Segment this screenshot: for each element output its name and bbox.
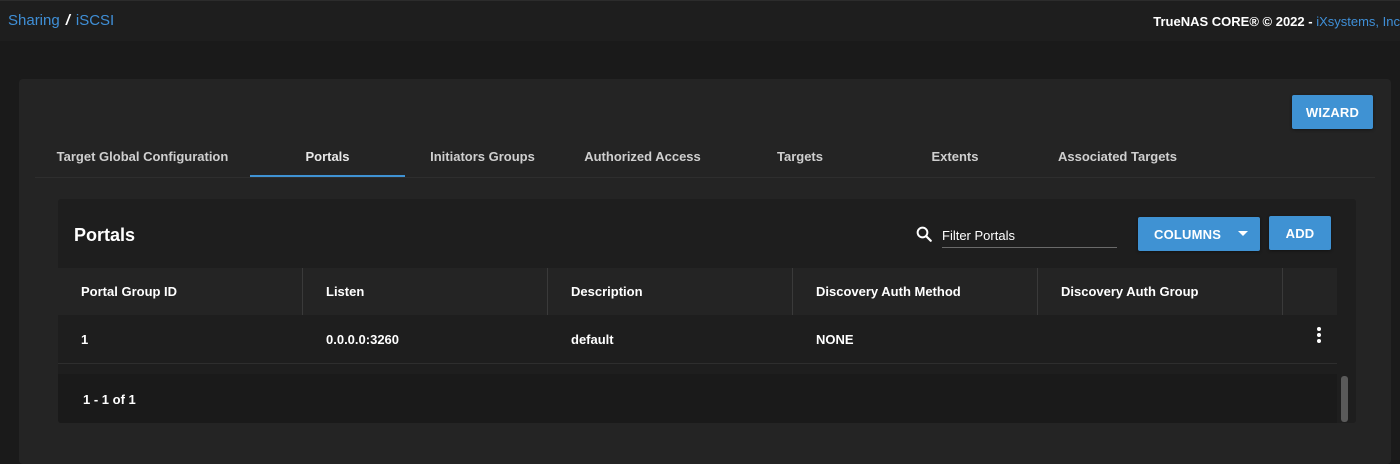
columns-button[interactable]: COLUMNS [1138, 217, 1260, 251]
iscsi-card: WIZARD Target Global Configuration Porta… [19, 79, 1391, 464]
copyright-text: TrueNAS CORE® © 2022 - [1153, 14, 1317, 29]
tab-initiators-groups[interactable]: Initiators Groups [405, 137, 560, 175]
table-footer: 1 - 1 of 1 [58, 374, 1337, 423]
cell-description: default [571, 331, 614, 347]
top-bar: Sharing / iSCSI TrueNAS CORE® © 2022 - iXs… [0, 0, 1400, 41]
copyright-notice: TrueNAS CORE® © 2022 - iXsystems, Inc [1153, 14, 1400, 29]
breadcrumb-iscsi-link[interactable]: iSCSI [76, 12, 114, 29]
tab-targets[interactable]: Targets [725, 137, 875, 175]
cell-discovery-auth-method: NONE [816, 331, 854, 347]
scrollbar-thumb[interactable] [1341, 376, 1348, 422]
breadcrumb: Sharing / iSCSI [8, 12, 114, 29]
table-row[interactable]: 1 0.0.0.0:3260 default NONE [58, 315, 1337, 364]
columns-button-label: COLUMNS [1154, 226, 1222, 242]
tab-associated-targets[interactable]: Associated Targets [1035, 137, 1200, 175]
pagination-info: 1 - 1 of 1 [83, 392, 136, 407]
cell-listen: 0.0.0.0:3260 [326, 331, 400, 347]
column-header-listen[interactable]: Listen [303, 268, 548, 315]
tab-portals[interactable]: Portals [250, 137, 405, 177]
filter-portals-input[interactable] [942, 223, 1117, 248]
tab-authorized-access[interactable]: Authorized Access [560, 137, 725, 175]
column-header-description[interactable]: Description [548, 268, 793, 315]
tab-target-global-configuration[interactable]: Target Global Configuration [35, 137, 250, 175]
cell-discovery-auth-group [1038, 315, 1283, 363]
more-options-icon[interactable] [1315, 327, 1323, 347]
column-header-actions [1283, 268, 1337, 315]
search-icon [916, 226, 932, 242]
breadcrumb-sharing-link[interactable]: Sharing [8, 12, 60, 29]
caret-down-icon [1238, 231, 1248, 236]
iscsi-tab-bar: Target Global Configuration Portals Init… [35, 137, 1375, 178]
portals-panel: Portals COLUMNS ADD Portal Group ID List… [58, 199, 1356, 423]
breadcrumb-separator: / [65, 12, 70, 29]
panel-title: Portals [74, 225, 136, 245]
column-header-discovery-auth-method[interactable]: Discovery Auth Method [793, 268, 1038, 315]
cell-portal-group-id: 1 [81, 331, 89, 347]
add-button[interactable]: ADD [1269, 216, 1331, 250]
vendor-link[interactable]: iXsystems, Inc [1316, 14, 1400, 29]
tab-extents[interactable]: Extents [875, 137, 1035, 175]
column-header-discovery-auth-group[interactable]: Discovery Auth Group [1038, 268, 1283, 315]
table-header: Portal Group ID Listen Description Disco… [58, 268, 1337, 315]
column-header-portal-group-id[interactable]: Portal Group ID [58, 268, 303, 315]
wizard-button[interactable]: WIZARD [1292, 95, 1373, 129]
